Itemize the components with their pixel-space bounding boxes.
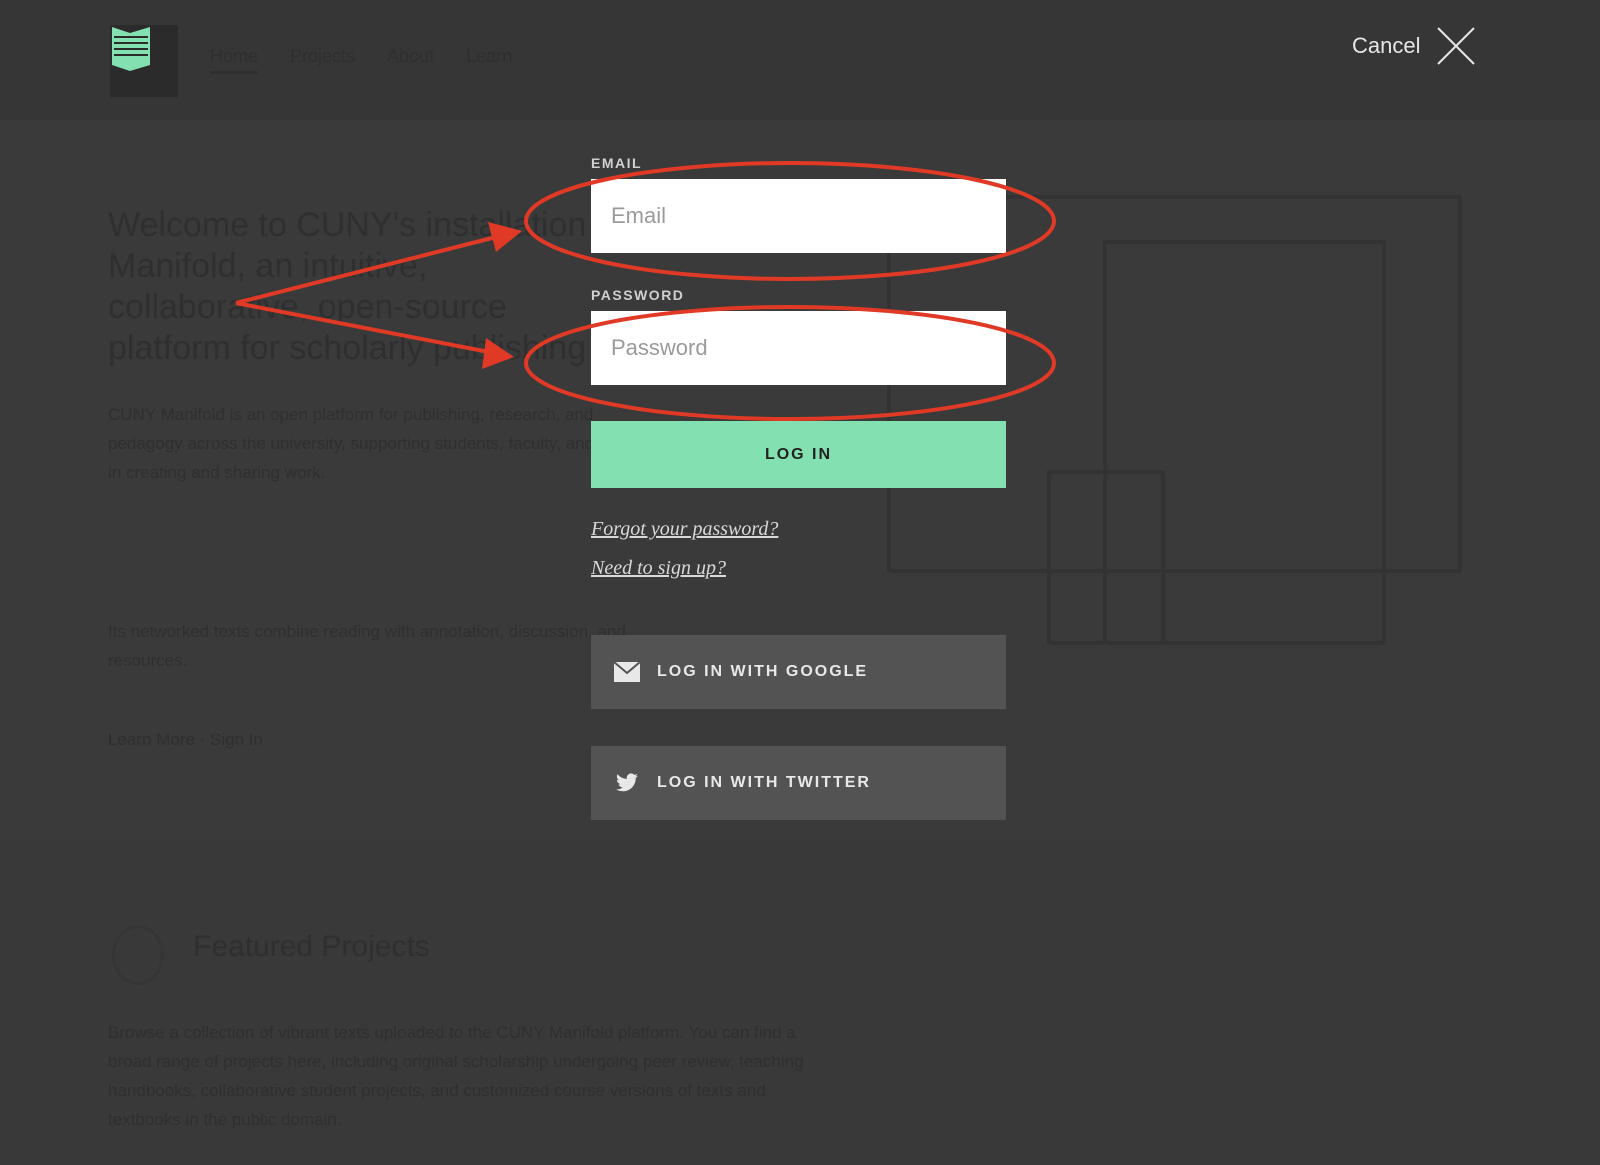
nav-item-home: Home [210, 46, 259, 74]
login-form: EMAIL PASSWORD LOG IN Forgot your passwo… [591, 150, 1006, 820]
cancel-button[interactable]: Cancel [1352, 26, 1476, 66]
email-label: EMAIL [591, 155, 643, 171]
login-google-button[interactable]: LOG IN WITH GOOGLE [591, 635, 1006, 709]
login-button[interactable]: LOG IN [591, 421, 1006, 488]
forgot-password-link[interactable]: Forgot your password? [591, 518, 1006, 541]
password-label: PASSWORD [591, 287, 685, 303]
main-nav: Home Projects About Learn [210, 46, 512, 74]
featured-body: Browse a collection of vibrant texts upl… [108, 1023, 804, 1129]
featured-projects-icon [112, 925, 164, 985]
twitter-bird-icon [616, 773, 638, 792]
sign-up-link[interactable]: Need to sign up? [591, 557, 1006, 580]
close-icon [1437, 27, 1476, 65]
email-group: EMAIL [591, 155, 1006, 253]
manifold-logo [110, 25, 178, 97]
hero-links: Learn More · Sign In [108, 730, 263, 749]
login-twitter-label: LOG IN WITH TWITTER [657, 774, 871, 791]
email-field[interactable] [591, 179, 1006, 253]
nav-item-learn: Learn [466, 46, 513, 66]
hero-title: Welcome to CUNY's installation of Manifo… [108, 206, 625, 367]
envelope-icon [613, 661, 641, 682]
hero-body-secondary: Its networked texts combine reading with… [108, 622, 626, 670]
login-twitter-button[interactable]: LOG IN WITH TWITTER [591, 746, 1006, 820]
nav-item-projects: Projects [290, 46, 356, 66]
cancel-label: Cancel [1352, 33, 1421, 58]
password-group: PASSWORD [591, 287, 1006, 385]
featured-title: Featured Projects [193, 930, 430, 963]
device-illustration-phone [1047, 470, 1165, 645]
password-field[interactable] [591, 311, 1006, 385]
hero-body: CUNY Manifold is an open platform for pu… [108, 405, 631, 482]
nav-item-about: About [387, 46, 435, 66]
login-google-label: LOG IN WITH GOOGLE [657, 663, 869, 680]
